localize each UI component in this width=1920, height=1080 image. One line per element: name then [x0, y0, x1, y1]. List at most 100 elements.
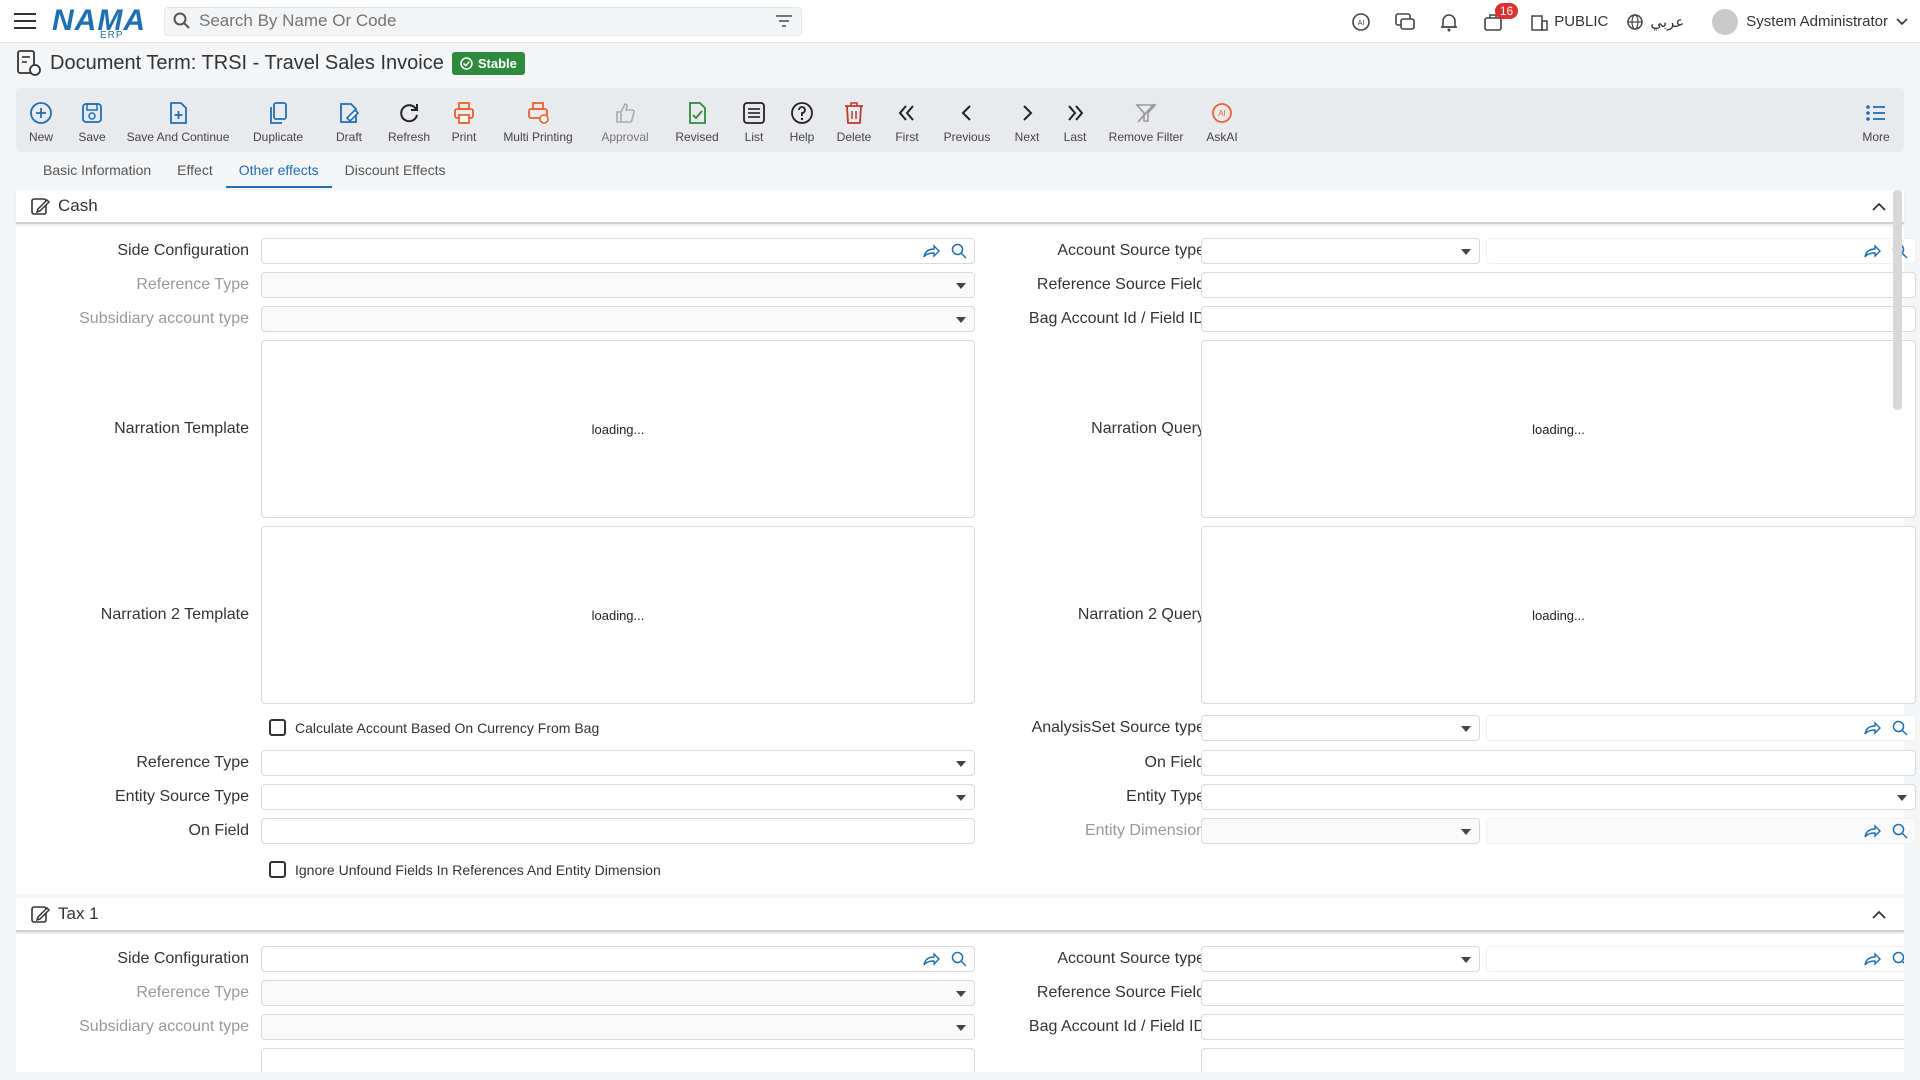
- share-icon[interactable]: [1863, 719, 1881, 737]
- bell-icon[interactable]: [1436, 9, 1462, 35]
- language-label: عربي: [1650, 13, 1685, 31]
- svg-text:AI: AI: [1218, 109, 1226, 118]
- on-field-input[interactable]: [261, 818, 975, 844]
- multi-printing-button[interactable]: Multi Printing: [490, 88, 586, 152]
- entity-dimension-select[interactable]: [1201, 818, 1480, 844]
- previous-button[interactable]: Previous: [932, 88, 1002, 152]
- entity-dimension-value-field[interactable]: [1486, 818, 1916, 844]
- narration2-query-editor[interactable]: loading...: [1201, 526, 1916, 704]
- app-logo[interactable]: NAMA ERP: [52, 4, 146, 41]
- tab-effect[interactable]: Effect: [164, 158, 226, 188]
- search-icon[interactable]: [1891, 950, 1904, 968]
- avatar: [1712, 8, 1739, 35]
- reference-source-field-input[interactable]: [1201, 272, 1916, 298]
- tab-discount-effects[interactable]: Discount Effects: [332, 158, 459, 188]
- dropdown-arrow-icon: [1897, 795, 1907, 801]
- on-field-right-input[interactable]: [1201, 750, 1916, 776]
- tax1-section-header[interactable]: Tax 1: [16, 898, 1904, 932]
- delete-button[interactable]: Delete: [826, 88, 882, 152]
- calc-account-currency-checkbox[interactable]: Calculate Account Based On Currency From…: [269, 719, 599, 736]
- approval-button[interactable]: Approval: [586, 88, 664, 152]
- share-icon[interactable]: [1863, 822, 1881, 840]
- bag-account-id-input[interactable]: [1201, 306, 1916, 332]
- search-icon: [173, 12, 190, 29]
- search-icon[interactable]: [1891, 822, 1909, 840]
- account-source-value-field[interactable]: [1486, 238, 1916, 264]
- entity-type-select[interactable]: [1201, 784, 1916, 810]
- print-button[interactable]: Print: [438, 88, 490, 152]
- user-name: System Administrator: [1746, 13, 1888, 30]
- tax1-account-source-type-select[interactable]: [1201, 946, 1480, 972]
- refresh-button[interactable]: Refresh: [380, 88, 438, 152]
- tax1-title: Tax 1: [58, 904, 99, 923]
- share-icon[interactable]: [1863, 950, 1881, 968]
- narration-query-label: Narration Query: [1091, 420, 1205, 437]
- tax1-bag-account-id-input[interactable]: [1201, 1014, 1904, 1040]
- menu-icon[interactable]: [14, 8, 36, 34]
- next-button[interactable]: Next: [1002, 88, 1052, 152]
- chat-icon[interactable]: [1392, 9, 1418, 35]
- new-button[interactable]: New: [16, 88, 66, 152]
- ai-assistant-icon[interactable]: AI: [1348, 9, 1374, 35]
- tax1-subsidiary-account-type-select[interactable]: [261, 1014, 975, 1040]
- language-switch[interactable]: عربي: [1626, 13, 1684, 31]
- chevron-up-icon[interactable]: [1872, 202, 1886, 211]
- checkbox-box[interactable]: [269, 861, 286, 878]
- tab-basic-information[interactable]: Basic Information: [30, 158, 164, 188]
- tax1-narration-template-editor[interactable]: [261, 1048, 975, 1072]
- checkbox-box[interactable]: [269, 719, 286, 736]
- help-icon: [791, 102, 813, 124]
- reference-type2-select[interactable]: [261, 750, 975, 776]
- tasks-icon[interactable]: 16: [1480, 2, 1519, 35]
- ai-icon: AI: [1212, 103, 1232, 123]
- search-icon[interactable]: [1891, 719, 1909, 737]
- save-label: Save: [78, 130, 106, 144]
- duplicate-button[interactable]: Duplicate: [238, 88, 318, 152]
- user-menu[interactable]: System Administrator: [1712, 8, 1908, 35]
- side-configuration-field[interactable]: [261, 238, 975, 264]
- tab-other-effects[interactable]: Other effects: [225, 158, 332, 188]
- entity-dimension-label: Entity Dimension: [1084, 822, 1205, 839]
- account-source-type-select[interactable]: [1201, 238, 1480, 264]
- tax1-reference-source-field-input[interactable]: [1201, 980, 1904, 1006]
- plus-circle-icon: [30, 102, 52, 124]
- narration2-template-editor[interactable]: loading...: [261, 526, 975, 704]
- status-text: Stable: [477, 55, 517, 71]
- last-button[interactable]: Last: [1052, 88, 1098, 152]
- side-configuration-label: Side Configuration: [117, 242, 249, 259]
- tax1-side-configuration-field[interactable]: [261, 946, 975, 972]
- ignore-unfound-checkbox[interactable]: Ignore Unfound Fields In References And …: [269, 861, 661, 878]
- save-continue-button[interactable]: Save And Continue: [118, 88, 238, 152]
- more-button[interactable]: More: [1848, 88, 1904, 152]
- first-button[interactable]: First: [882, 88, 932, 152]
- reference-type-select[interactable]: [261, 272, 975, 298]
- cash-section-header[interactable]: Cash: [16, 190, 1904, 224]
- subsidiary-account-type-select[interactable]: [261, 306, 975, 332]
- filter-icon[interactable]: [775, 14, 793, 28]
- tax1-reference-type-select[interactable]: [261, 980, 975, 1006]
- branch-selector[interactable]: PUBLIC: [1530, 13, 1608, 31]
- tax1-account-source-value-field[interactable]: [1486, 946, 1904, 972]
- askai-button[interactable]: AI AskAI: [1194, 88, 1250, 152]
- share-icon[interactable]: [1863, 242, 1881, 260]
- search-input[interactable]: [199, 11, 775, 31]
- duplicate-label: Duplicate: [252, 130, 304, 144]
- multi-printer-icon: [528, 102, 549, 124]
- chevron-up-icon[interactable]: [1872, 910, 1886, 919]
- analysisset-value-field[interactable]: [1486, 715, 1916, 741]
- tax1-bag-account-id-label: Bag Account Id / Field ID: [1028, 1018, 1205, 1035]
- remove-filter-button[interactable]: Remove Filter: [1098, 88, 1194, 152]
- narration-template-editor[interactable]: loading...: [261, 340, 975, 518]
- list-button[interactable]: List: [730, 88, 778, 152]
- revised-button[interactable]: Revised: [664, 88, 730, 152]
- tax1-narration-query-editor[interactable]: [1201, 1048, 1904, 1072]
- page-scrollbar[interactable]: [1893, 190, 1902, 410]
- help-button[interactable]: Help: [778, 88, 826, 152]
- thumbs-up-icon: [616, 103, 635, 123]
- top-bar: NAMAERP AI 16 PUBLIC عربي System Adminis…: [0, 0, 1920, 43]
- entity-source-type-select[interactable]: [261, 784, 975, 810]
- save-button[interactable]: Save: [66, 88, 118, 152]
- narration-query-editor[interactable]: loading...: [1201, 340, 1916, 518]
- analysisset-source-type-select[interactable]: [1201, 715, 1480, 741]
- draft-button[interactable]: Draft: [318, 88, 380, 152]
